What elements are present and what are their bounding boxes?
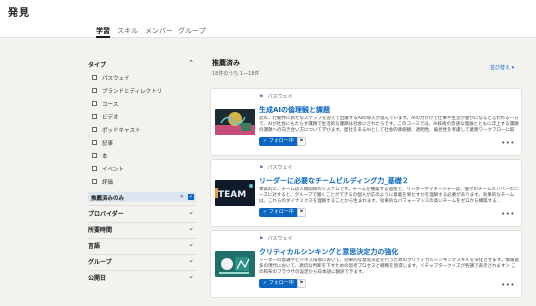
tab-bar: 学習 スキル メンバー グループ	[0, 22, 536, 38]
checkbox[interactable]	[92, 140, 97, 145]
card-title[interactable]: クリティカルシンキングと意思決定力の強化	[259, 247, 398, 257]
chevron-down-icon: ⌄	[188, 208, 194, 216]
more-options-icon[interactable]: •••	[501, 210, 515, 218]
filter-language-header[interactable]: 言語 ⌄	[88, 240, 196, 253]
filter-option-podcast[interactable]: ポッドキャスト	[88, 126, 196, 136]
filter-recommended-only[interactable]: 推薦済みのみ ✕ ✓	[88, 192, 196, 202]
filter-option-label: 本	[102, 154, 108, 160]
card-description: 本質的に、チームは人間関係のシステムです。チームを構築する過程で、リーダーやマネ…	[259, 187, 519, 203]
pathway-icon: ⚑	[259, 165, 264, 171]
content-type-row: ⚑ パスウェイ	[259, 164, 293, 171]
filter-option-label: ビデオ	[102, 115, 119, 121]
tab-groups[interactable]: グループ	[178, 26, 206, 36]
divider	[88, 254, 196, 255]
filter-section-label: グループ	[88, 259, 112, 266]
chevron-down-icon: ⌄	[188, 240, 194, 248]
filter-type-label: タイプ	[88, 62, 107, 69]
result-card[interactable]: TEAM ⚑ パスウェイ リーダーに必要なチームビルディング力_基礎２ 本質的に、…	[210, 159, 522, 227]
chevron-up-icon: ⌃	[188, 59, 194, 67]
card-description: 近年、行動界に新たなステップを迎えて出展するAIの導入が進んでいます。AIの力が…	[259, 116, 519, 132]
course-thumbnail[interactable]: TEAM	[215, 180, 255, 206]
filter-option-article[interactable]: 記事	[88, 139, 196, 149]
chevron-down-icon: ⌄	[188, 272, 194, 280]
filter-option-assessment[interactable]: 評価	[88, 178, 196, 188]
sort-dropdown[interactable]: 並び替え ▾	[490, 64, 514, 71]
more-options-icon[interactable]: •••	[501, 281, 515, 289]
results-title: 推薦済み	[212, 59, 240, 67]
chevron-down-icon: ⌄	[188, 224, 194, 232]
filter-group-header[interactable]: グループ ⌄	[88, 256, 196, 269]
divider	[88, 205, 196, 206]
content-type-label: パスウェイ	[267, 165, 293, 171]
result-card[interactable]: ⚑ パスウェイ クリティカルシンキングと意思決定力の強化 リーダーの意識やビジネス…	[210, 230, 522, 298]
filter-option-book[interactable]: 本	[88, 152, 196, 162]
checkbox[interactable]	[92, 179, 97, 184]
filter-option-label: 評価	[102, 180, 114, 186]
filter-option-event[interactable]: イベント	[88, 165, 196, 175]
bookmark-icon[interactable]: ⚑	[297, 208, 306, 217]
checkbox-checked-icon[interactable]: ✓	[188, 194, 194, 200]
more-options-icon[interactable]: •••	[501, 139, 515, 147]
tab-members[interactable]: メンバー	[145, 26, 173, 36]
content-type-label: パスウェイ	[267, 94, 293, 100]
divider	[88, 238, 196, 239]
filter-section-label: 言語	[88, 243, 101, 250]
filter-section-label: プロバイダー	[88, 211, 124, 218]
top-bar: 発見 学習 スキル メンバー グループ	[0, 0, 536, 38]
tab-learning[interactable]: 学習	[96, 26, 110, 36]
tab-active-underline	[96, 36, 110, 38]
chevron-down-icon: ⌄	[188, 256, 194, 264]
filter-section-label: 公開日	[88, 275, 107, 282]
filter-option-label: ポッドキャスト	[102, 128, 141, 134]
checkbox[interactable]	[92, 114, 97, 119]
filter-duration-header[interactable]: 所要時間 ⌄	[88, 224, 196, 237]
filter-option-pathway[interactable]: パスウェイ	[88, 74, 196, 84]
pathway-icon: ⚑	[259, 236, 264, 242]
divider	[88, 222, 196, 223]
filter-published-date-header[interactable]: 公開日 ⌄	[88, 272, 196, 285]
filter-option-course[interactable]: コース	[88, 100, 196, 110]
tab-skills[interactable]: スキル	[117, 26, 138, 36]
filter-option-label: コース	[102, 102, 119, 108]
filter-recommended-label: 推薦済みのみ	[91, 196, 125, 202]
filter-option-label: パスウェイ	[102, 76, 130, 82]
card-title[interactable]: リーダーに必要なチームビルディング力_基礎２	[259, 176, 409, 186]
card-description: リーダーの意識やビジネス環境において、効果的な意思決定を行うためのクリティカルシ…	[259, 258, 519, 274]
checkbox[interactable]	[92, 88, 97, 93]
bookmark-icon[interactable]: ⚑	[297, 279, 306, 288]
content-type-label: パスウェイ	[267, 236, 293, 242]
results-count: 18件のうち 1―18件	[212, 71, 260, 77]
filter-option-label: 記事	[102, 141, 114, 147]
checkbox[interactable]	[92, 127, 97, 132]
filter-option-brand-directory[interactable]: ブランドとディレクトリ	[88, 87, 196, 97]
filter-type-header[interactable]: タイプ ⌃	[88, 59, 196, 72]
content-type-row: ⚑ パスウェイ	[259, 235, 293, 242]
result-card[interactable]: ⚑ パスウェイ 生成AIの倫理観と課題 近年、行動界に新たなステップを迎えて出展す…	[210, 88, 522, 156]
filter-option-label: イベント	[102, 167, 125, 173]
pathway-icon: ⚑	[259, 94, 264, 100]
page-title: 発見	[8, 8, 30, 19]
filter-provider-header[interactable]: プロバイダー ⌄	[88, 208, 196, 221]
checkbox[interactable]	[92, 75, 97, 80]
filter-section-label: 所要時間	[88, 227, 113, 234]
content-type-row: ⚑ パスウェイ	[259, 93, 293, 100]
checkbox[interactable]	[92, 166, 97, 171]
card-title[interactable]: 生成AIの倫理観と課題	[259, 105, 330, 115]
following-button[interactable]: ✓ フォロー中	[259, 137, 298, 146]
checkbox[interactable]	[92, 153, 97, 158]
close-icon[interactable]: ✕	[180, 194, 184, 200]
bookmark-icon[interactable]: ⚑	[297, 137, 306, 146]
following-button[interactable]: ✓ フォロー中	[259, 208, 298, 217]
filter-option-video[interactable]: ビデオ	[88, 113, 196, 123]
svg-text:TEAM: TEAM	[218, 190, 246, 200]
filter-option-label: ブランドとディレクトリ	[102, 89, 163, 95]
divider	[88, 270, 196, 271]
following-button[interactable]: ✓ フォロー中	[259, 279, 298, 288]
course-thumbnail[interactable]	[215, 109, 255, 135]
course-thumbnail[interactable]	[215, 251, 255, 277]
checkbox[interactable]	[92, 101, 97, 106]
